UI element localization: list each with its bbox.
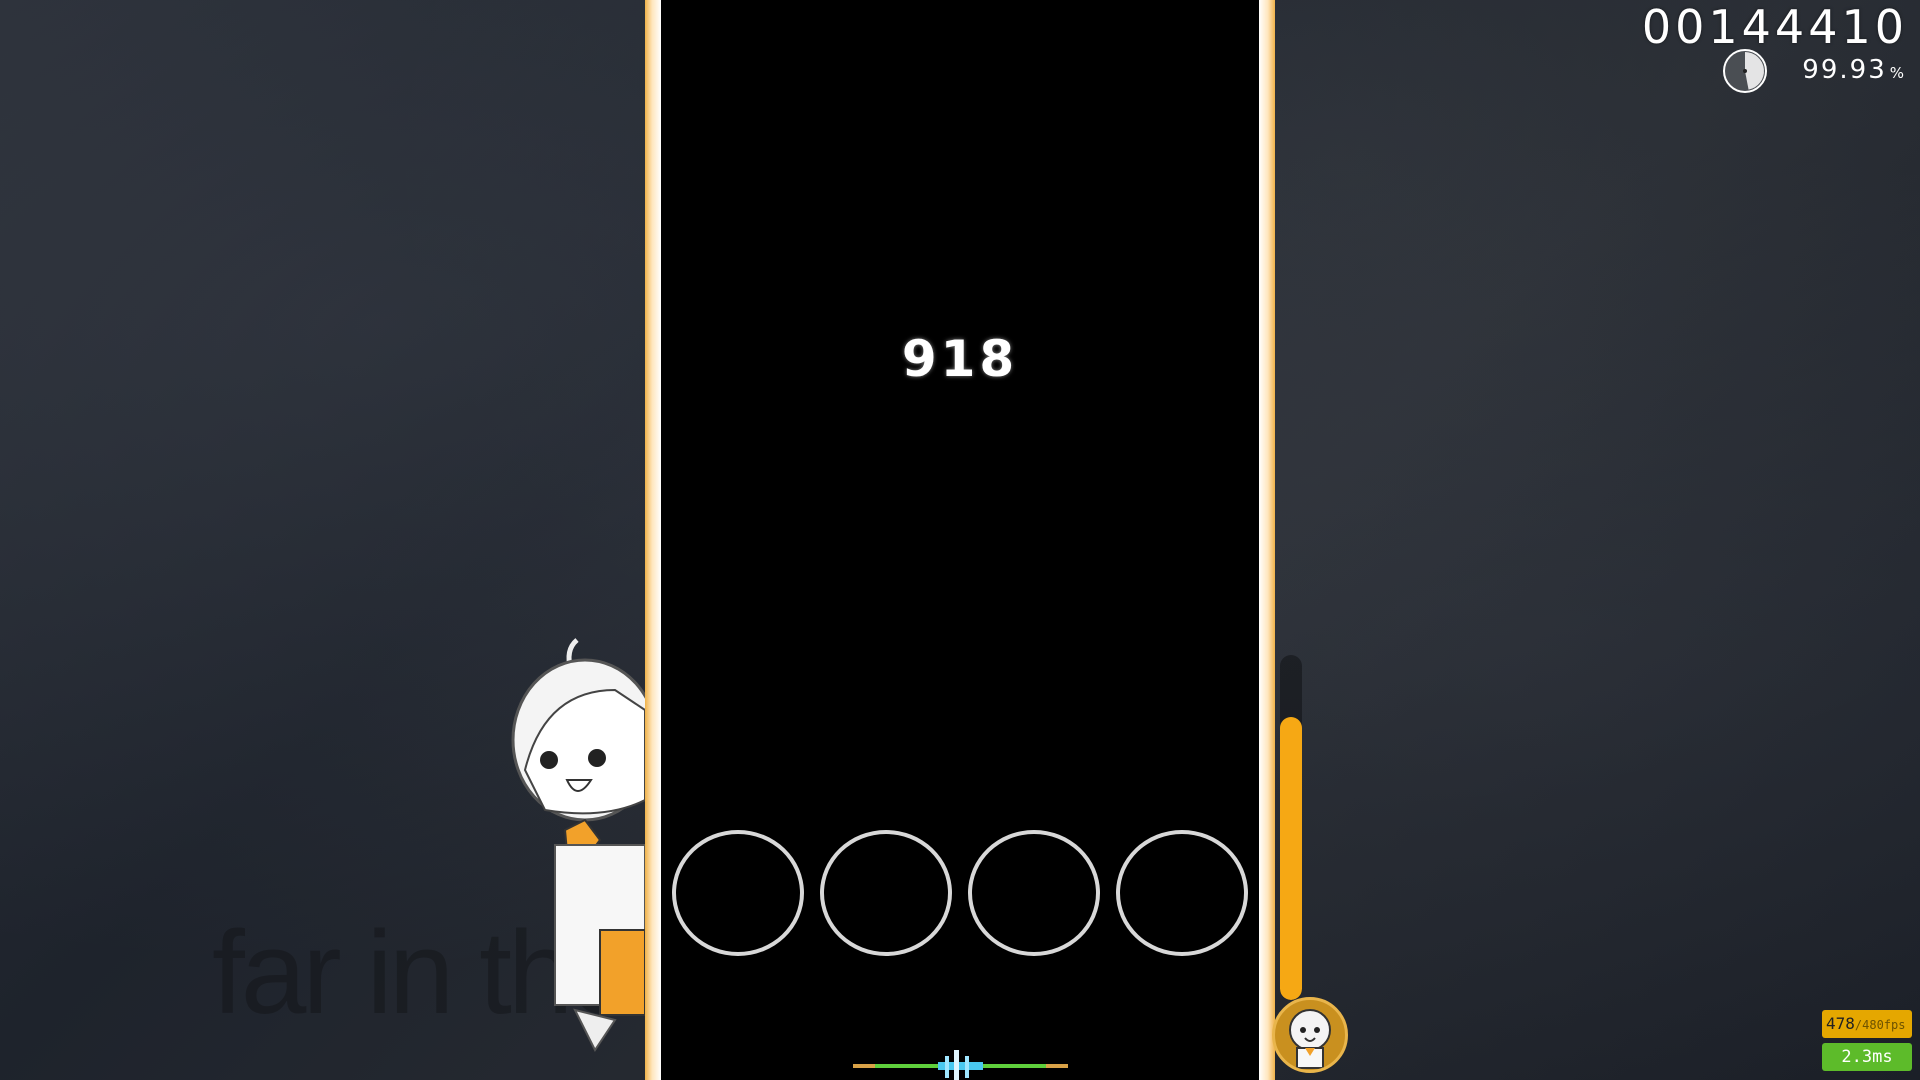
combo-counter: 918 [901, 330, 1019, 388]
lane-4-key[interactable] [1116, 830, 1248, 956]
hit-window-meh-early [853, 1064, 875, 1068]
accuracy-unit: % [1889, 64, 1904, 82]
fps-max: /480fps [1854, 1018, 1906, 1032]
hit-error-tick [965, 1056, 969, 1078]
health-bar-fill [1280, 717, 1302, 1000]
fps-counter: 478/480fps [1822, 1010, 1912, 1038]
hit-error-tick [945, 1056, 949, 1078]
score-counter: 00144410 [1641, 0, 1908, 54]
chibi-character-icon [511, 638, 645, 1052]
character-avatar-icon [1272, 997, 1348, 1073]
frame-latency: 2.3ms [1822, 1043, 1912, 1071]
hit-error-meter [853, 1050, 1068, 1080]
pie-clock-icon [1723, 49, 1767, 93]
lane-3-key[interactable] [968, 830, 1100, 956]
accuracy-display: 99.93% [1802, 55, 1904, 85]
hit-window-meh-late [1046, 1064, 1068, 1068]
stage-left-border [645, 0, 661, 1080]
stage-right-border [1259, 0, 1275, 1080]
lane-1-key[interactable] [672, 830, 804, 956]
lane-2-key[interactable] [820, 830, 952, 956]
hit-error-tick-latest [954, 1050, 959, 1080]
game-screen: far in the 918 00144410 99.93 % 478/480f… [0, 0, 1920, 1080]
accuracy-value: 99.93 [1802, 55, 1887, 85]
fps-value: 478 [1826, 1014, 1855, 1033]
health-bar [1280, 655, 1302, 1000]
